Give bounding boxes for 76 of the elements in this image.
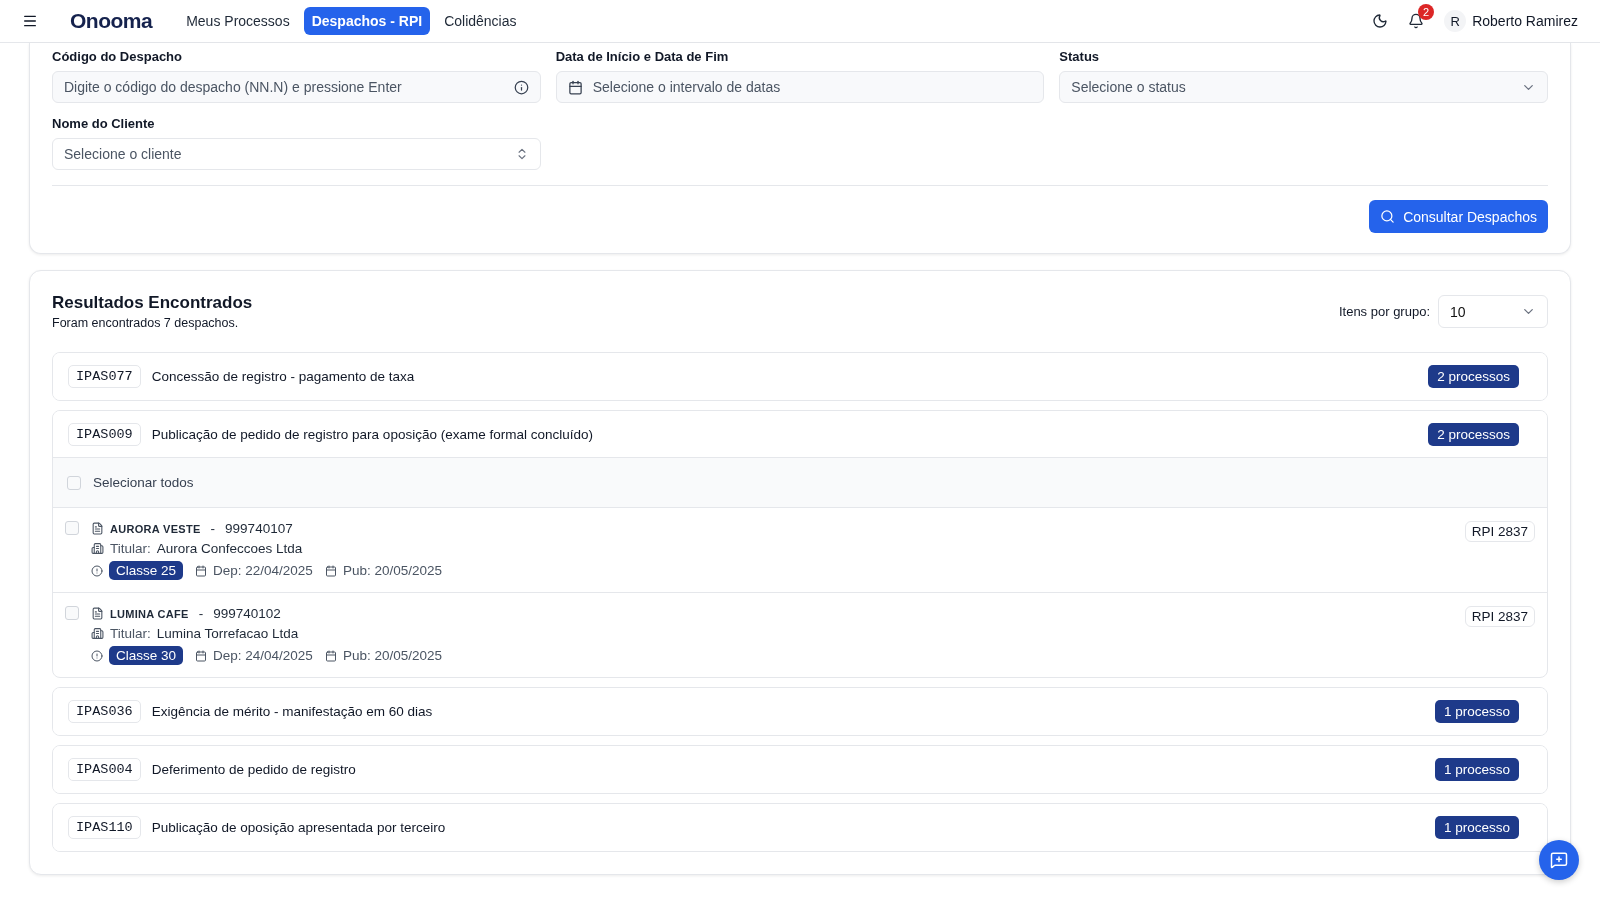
results-title: Resultados Encontrados	[52, 293, 253, 313]
calendar-icon	[567, 79, 583, 95]
deposit-date: Dep: 24/04/2025	[213, 648, 313, 663]
dispatch-code: IPAS077	[68, 364, 141, 388]
dispatch-title[interactable]: Publicação de pedido de registro para oposição (exame formal concluído)	[151, 426, 1418, 442]
alert-icon	[91, 564, 103, 577]
notifications-button[interactable]	[1408, 13, 1425, 29]
process-number[interactable]: 999740102	[213, 606, 281, 621]
field-label: Código do Despacho	[52, 49, 183, 64]
nav-tab[interactable]: Colidências	[436, 7, 525, 35]
deposit-date: Dep: 22/04/2025	[213, 563, 313, 578]
calendar-icon	[324, 564, 337, 577]
search-button[interactable]: Consultar Despachos	[1369, 200, 1548, 233]
rpi-tag: RPI 2837	[1464, 606, 1535, 627]
notification-badge: 2	[1418, 4, 1435, 20]
rpi-tag: RPI 2837	[1464, 521, 1535, 542]
per-group-select[interactable]: 10	[1438, 295, 1548, 328]
alert-icon	[91, 649, 103, 662]
holder-name: Lumina Torrefacao Ltda	[156, 626, 299, 641]
building-icon	[91, 542, 104, 555]
separator: -	[210, 521, 216, 536]
per-group-label: Itens por grupo:	[1338, 304, 1430, 319]
document-icon	[91, 607, 104, 620]
process-count: 1 processo	[1434, 815, 1519, 839]
publication-date: Pub: 20/05/2025	[342, 648, 442, 663]
dispatch-code: IPAS036	[68, 699, 141, 723]
class-badge: Classe 30	[109, 646, 184, 665]
select-all-label: Selecionar todos	[93, 475, 194, 490]
field-label: Data de Início e Data de Fim	[555, 49, 730, 64]
nav-tab[interactable]: Meus Processos	[178, 7, 298, 35]
menu-icon[interactable]	[22, 13, 38, 29]
status-select[interactable]: Selecione o status	[1059, 71, 1548, 103]
date-range-field[interactable]: Selecione o intervalo de datas	[555, 71, 1045, 103]
nav-tab[interactable]: Despachos - RPI	[303, 7, 431, 35]
dispatch-title[interactable]: Exigência de mérito - manifestação em 60 dias	[151, 703, 1424, 719]
logo[interactable]: Onooma	[70, 9, 153, 33]
process-count: 1 processo	[1434, 699, 1519, 723]
process-count: 1 processo	[1434, 757, 1519, 781]
client-select[interactable]: Selecione o cliente	[52, 138, 541, 170]
select-all-row[interactable]: Selecionar todos	[53, 458, 1547, 508]
checkbox[interactable]	[65, 521, 79, 535]
dispatch-title[interactable]: Publicação de oposição apresentada por terceiro	[151, 819, 1424, 835]
field-label: Status	[1059, 49, 1101, 64]
publication-date: Pub: 20/05/2025	[342, 563, 442, 578]
user-avatar[interactable]: R	[1444, 10, 1467, 32]
dispatch-title[interactable]: Concessão de registro - pagamento de taxa	[151, 368, 1418, 384]
calendar-icon	[195, 564, 208, 577]
holder-label: Titular:	[110, 541, 151, 556]
dispatch-code: IPAS110	[68, 815, 141, 839]
search-icon	[1380, 209, 1396, 224]
calendar-icon	[195, 649, 208, 662]
checkbox[interactable]	[67, 475, 81, 490]
info-icon	[513, 79, 529, 95]
calendar-icon	[324, 649, 337, 662]
code-field[interactable]: Digite o código do despacho (NN.N) e pressione Enter	[52, 71, 541, 103]
building-icon	[91, 627, 104, 640]
brand-name: AURORA VESTE	[110, 522, 201, 535]
chat-button[interactable]	[1539, 840, 1579, 880]
holder-label: Titular:	[110, 626, 151, 641]
brand-name: LUMINA CAFE	[110, 607, 189, 620]
process-number[interactable]: 999740107	[225, 521, 293, 536]
message-plus-icon	[1550, 851, 1568, 869]
dispatch-code: IPAS009	[68, 422, 141, 446]
document-icon	[91, 522, 104, 535]
class-badge: Classe 25	[109, 561, 184, 580]
theme-toggle[interactable]	[1372, 13, 1389, 29]
separator: -	[198, 606, 204, 621]
checkbox[interactable]	[65, 606, 79, 620]
user-name[interactable]: Roberto Ramirez	[1472, 13, 1578, 29]
results-count: Foram encontrados 7 despachos.	[52, 316, 240, 330]
dispatch-code: IPAS004	[68, 757, 141, 781]
holder-name: Aurora Confeccoes Ltda	[156, 541, 303, 556]
process-count: 2 processos	[1428, 422, 1519, 446]
dispatch-title[interactable]: Deferimento de pedido de registro	[151, 761, 1424, 777]
process-count: 2 processos	[1428, 364, 1519, 388]
field-label: Nome do Cliente	[52, 116, 156, 131]
